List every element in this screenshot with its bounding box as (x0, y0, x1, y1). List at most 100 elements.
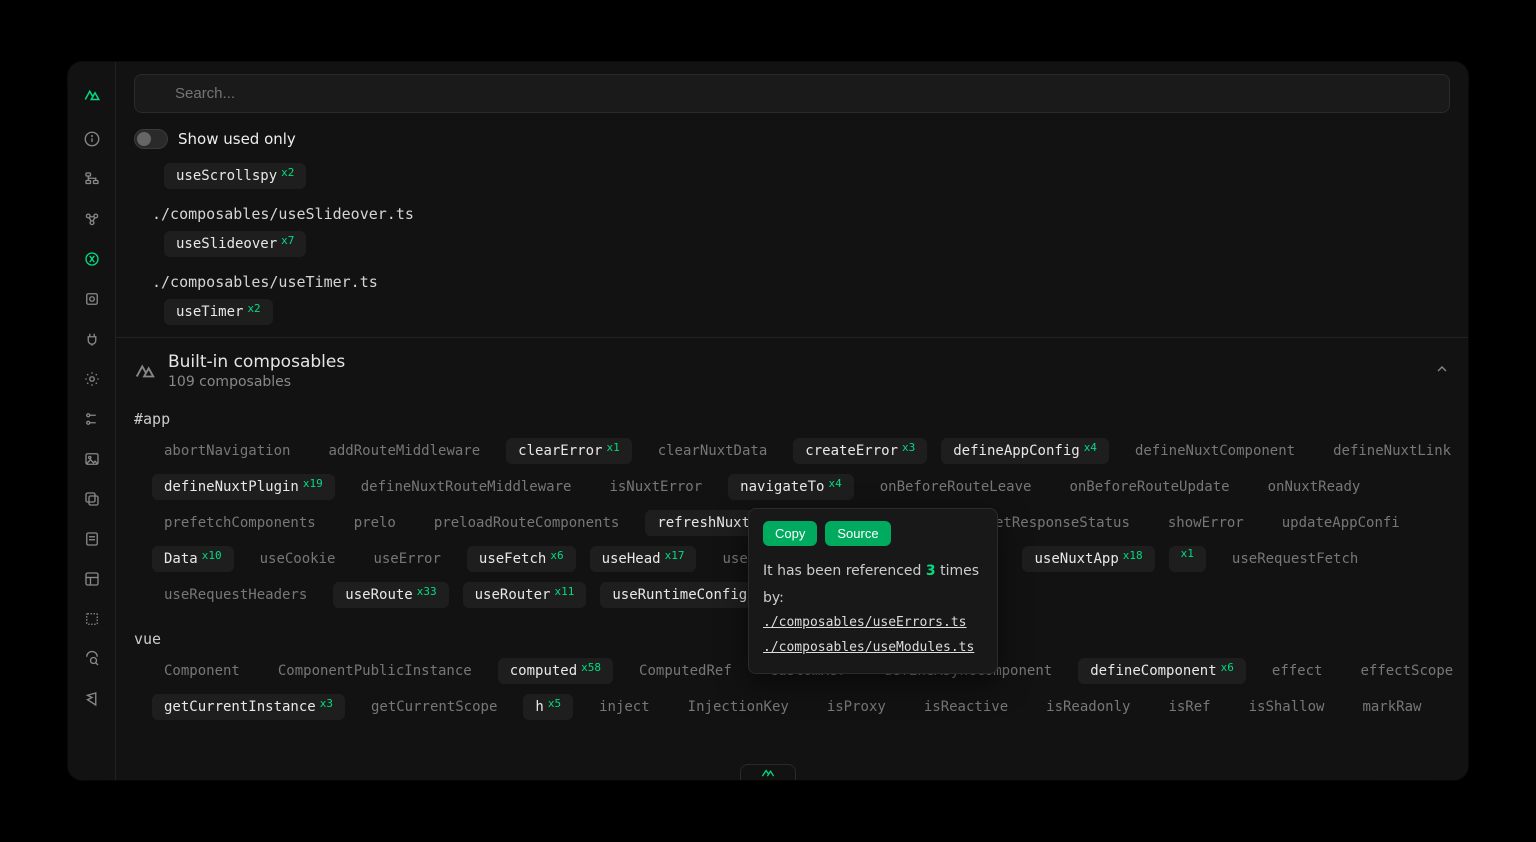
usage-count: x19 (303, 477, 323, 490)
composable-chip[interactable]: useTimerx2 (164, 299, 273, 325)
composable-chip[interactable]: updateAppConfi (1270, 510, 1412, 536)
usage-count: x58 (581, 661, 601, 674)
composable-chip[interactable]: useNuxtAppx18 (1022, 546, 1154, 572)
sidebar-imports-icon[interactable] (75, 282, 109, 316)
sidebar-stack-icon[interactable] (75, 482, 109, 516)
composable-chip[interactable]: defineAppConfigx4 (941, 438, 1109, 464)
copy-button[interactable]: Copy (763, 521, 817, 546)
composable-chip[interactable]: navigateTox4 (728, 474, 854, 500)
composable-chip[interactable]: useFetchx6 (467, 546, 576, 572)
composable-chip[interactable]: computedx58 (498, 658, 613, 684)
composable-chip[interactable]: setResponseStatus (975, 510, 1142, 536)
popover-count: 3 (926, 563, 936, 579)
section-title: Built-in composables (168, 352, 345, 372)
composable-chip[interactable]: defineNuxtComponent (1123, 438, 1307, 464)
sidebar-inspect-icon[interactable] (75, 642, 109, 676)
reference-link[interactable]: ./composables/useErrors.ts (763, 611, 983, 636)
composable-chip[interactable]: inject (587, 694, 662, 720)
sidebar-components-icon[interactable] (75, 202, 109, 236)
usage-count: x6 (550, 549, 563, 562)
composable-chip[interactable]: clearNuxtData (646, 438, 780, 464)
composable-chip[interactable]: isReadonly (1034, 694, 1142, 720)
composable-chip[interactable]: getCurrentInstancex3 (152, 694, 345, 720)
composable-chip[interactable]: abortNavigation (152, 438, 302, 464)
composable-chip[interactable]: useError (361, 546, 452, 572)
composable-chip[interactable]: defineNuxtPluginx19 (152, 474, 335, 500)
source-button[interactable]: Source (825, 521, 890, 546)
composable-chip[interactable]: defineNuxtLink (1321, 438, 1463, 464)
composable-chip[interactable]: defineComponentx6 (1078, 658, 1246, 684)
sidebar-info-icon[interactable] (75, 122, 109, 156)
composable-chip[interactable]: useSlideoverx7 (164, 231, 306, 257)
composable-chip[interactable]: useHeadx17 (590, 546, 697, 572)
composable-chip[interactable]: isRef (1156, 694, 1222, 720)
usage-count: x10 (202, 549, 222, 562)
nuxt-logo-icon[interactable] (75, 78, 109, 112)
search-input[interactable] (134, 74, 1450, 113)
usage-count: x1 (606, 441, 619, 454)
composable-chip[interactable]: markRaw (1350, 694, 1433, 720)
sidebar-routes-icon[interactable] (75, 162, 109, 196)
composable-chip[interactable]: useRouterx11 (463, 582, 587, 608)
chevron-up-icon (1434, 361, 1450, 381)
composable-chip[interactable]: useCookie (248, 546, 348, 572)
sidebar-plugins-icon[interactable] (75, 322, 109, 356)
usage-count: x5 (548, 697, 561, 710)
composable-chip[interactable]: InjectionKey (676, 694, 801, 720)
sidebar-document-icon[interactable] (75, 522, 109, 556)
composable-chip[interactable]: effect (1260, 658, 1335, 684)
composable-chip[interactable]: defineNuxtRouteMiddleware (349, 474, 584, 500)
show-used-only-toggle[interactable] (134, 129, 168, 149)
sidebar-vscode-icon[interactable] (75, 682, 109, 716)
composable-chip[interactable]: Datax10 (152, 546, 234, 572)
usage-count: x18 (1123, 549, 1143, 562)
composable-chip[interactable]: useRequestFetch (1220, 546, 1370, 572)
composable-chip[interactable]: useRequestHeaders (152, 582, 319, 608)
usage-count: x2 (247, 302, 260, 315)
sidebar-text-icon[interactable] (75, 602, 109, 636)
section-subtitle: 109 composables (168, 374, 345, 390)
composable-chip[interactable]: ComponentPublicInstance (266, 658, 484, 684)
usage-count: x4 (1084, 441, 1097, 454)
sidebar-layout-icon[interactable] (75, 562, 109, 596)
composable-chip[interactable]: addRouteMiddleware (316, 438, 492, 464)
composable-chip[interactable]: hx5 (523, 694, 573, 720)
composable-chip[interactable]: useScrollspyx2 (164, 163, 306, 189)
composable-chip[interactable]: useRoutex33 (333, 582, 448, 608)
composable-chip[interactable]: onBeforeRouteLeave (868, 474, 1044, 500)
reference-link[interactable]: ./composables/useModules.ts (763, 636, 983, 661)
composable-chip[interactable]: preloadRouteComponents (422, 510, 631, 536)
builtin-section-header[interactable]: Built-in composables 109 composables (116, 337, 1468, 400)
composable-chip[interactable]: isReactive (912, 694, 1020, 720)
usage-count: x4 (828, 477, 841, 490)
composable-chip[interactable]: prefetchComponents (152, 510, 328, 536)
sidebar-data-icon[interactable] (75, 402, 109, 436)
nuxt-logo-icon (134, 360, 156, 382)
composable-chip[interactable]: clearErrorx1 (506, 438, 632, 464)
file-path: ./composables/useTimer.ts (116, 269, 1468, 299)
composable-chip[interactable]: getCurrentScope (359, 694, 509, 720)
usage-count: x11 (554, 585, 574, 598)
sidebar-composables-icon[interactable] (75, 242, 109, 276)
usage-count: x7 (281, 234, 294, 247)
usage-count: x1 (1181, 547, 1194, 560)
composable-chip[interactable]: onNuxtReady (1256, 474, 1373, 500)
composable-chip[interactable]: onBeforeRouteUpdate (1057, 474, 1241, 500)
composable-chip[interactable]: createErrorx3 (793, 438, 927, 464)
composable-chip[interactable]: isShallow (1237, 694, 1337, 720)
sidebar-image-icon[interactable] (75, 442, 109, 476)
composable-chip[interactable]: ComputedRef (627, 658, 744, 684)
composable-chip[interactable]: Component (152, 658, 252, 684)
composable-chip[interactable]: prelo (342, 510, 408, 536)
composable-chip[interactable]: x1 (1169, 546, 1206, 572)
composable-chip[interactable]: effectScope (1348, 658, 1465, 684)
devtools-toggle-tab[interactable] (740, 764, 796, 780)
sidebar-settings-icon[interactable] (75, 362, 109, 396)
usage-count: x3 (320, 697, 333, 710)
composable-chip[interactable]: isNuxtError (597, 474, 714, 500)
composable-chip[interactable]: isProxy (815, 694, 898, 720)
file-path: ./composables/useSlideover.ts (116, 201, 1468, 231)
composable-chip[interactable]: showError (1156, 510, 1256, 536)
reference-popover: Copy Source It has been referenced 3 tim… (748, 508, 998, 674)
toggle-label: Show used only (178, 130, 296, 148)
